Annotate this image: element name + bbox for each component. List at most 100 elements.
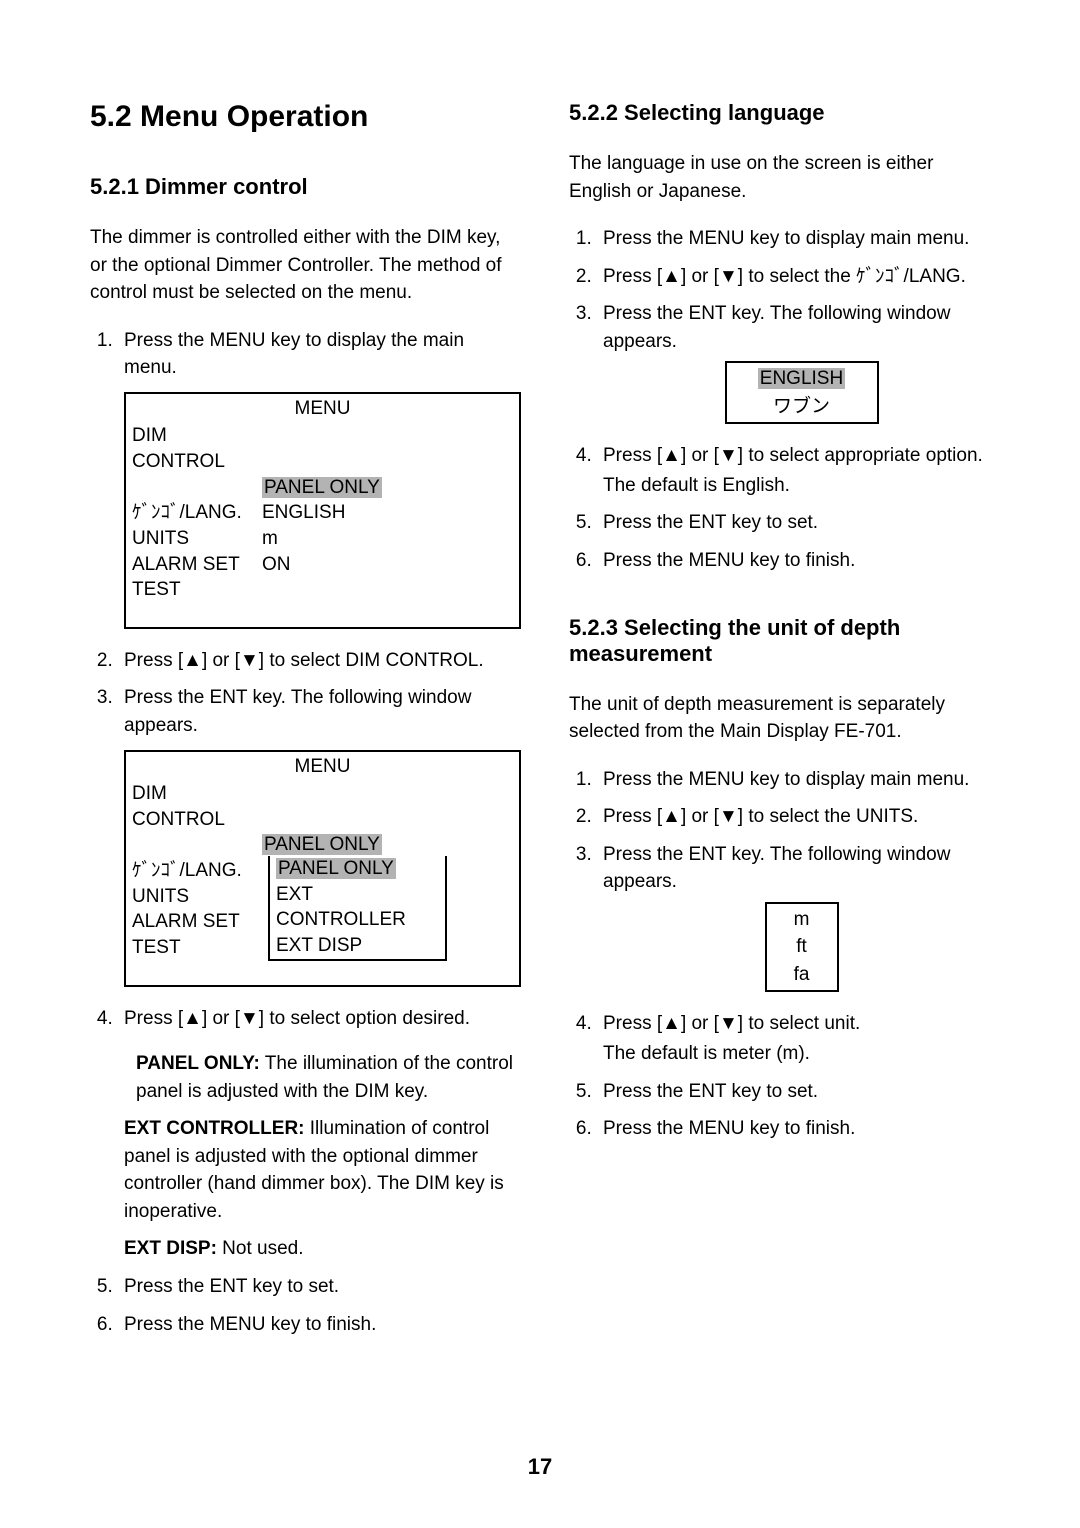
dropdown-option-highlight: PANEL ONLY bbox=[276, 858, 396, 879]
text: Press the ENT key. The following window … bbox=[603, 303, 950, 352]
menu-label: UNITS bbox=[132, 884, 262, 910]
list-item: Press the MENU key to finish. bbox=[118, 1311, 521, 1339]
menu-value: ON bbox=[262, 552, 513, 578]
menu-label: TEST bbox=[132, 577, 262, 603]
text: ] or [ bbox=[681, 806, 719, 827]
menu-title: MENU bbox=[126, 394, 519, 424]
down-arrow-icon: ▼ bbox=[719, 445, 738, 466]
list-item: Press [▲] or [▼] to select option desire… bbox=[118, 1005, 521, 1263]
text: Press [ bbox=[603, 266, 662, 287]
text: Not used. bbox=[217, 1238, 304, 1259]
list-item: Press [▲] or [▼] to select appropriate o… bbox=[597, 442, 1000, 499]
menu-value-highlight: PANEL ONLY bbox=[262, 477, 382, 498]
menu-label: ｹﾞﾝｺﾞ/LANG. bbox=[132, 858, 262, 884]
paragraph: The unit of depth measurement is separat… bbox=[569, 691, 1000, 746]
ordered-list: Press the MENU key to display main menu.… bbox=[569, 225, 1000, 574]
list-item: Press the ENT key. The following window … bbox=[597, 841, 1000, 993]
menu-label: ALARM SET bbox=[132, 909, 262, 935]
text: Press the ENT key. The following window … bbox=[124, 687, 471, 736]
popup-box: m ft fa bbox=[765, 902, 839, 993]
text: Press the MENU key to display main menu. bbox=[603, 769, 969, 790]
text: Press [ bbox=[124, 650, 183, 671]
text: The default is English. bbox=[603, 472, 1000, 500]
menu-label: DIM CONTROL bbox=[132, 423, 262, 474]
menu-rows: DIM CONTROL PANEL ONLY ｹﾞﾝｺﾞ/LANG.ENGLIS… bbox=[126, 423, 519, 626]
text: Press the MENU key to finish. bbox=[124, 1314, 376, 1335]
text: Press the ENT key to set. bbox=[603, 1081, 818, 1102]
ordered-list: Press the MENU key to display main menu.… bbox=[569, 766, 1000, 1143]
dropdown-option: EXT CONTROLLER bbox=[276, 882, 439, 933]
description: EXT CONTROLLER: Illumination of control … bbox=[124, 1115, 521, 1225]
text: ] to select unit. bbox=[738, 1013, 861, 1034]
list-item: Press the MENU key to finish. bbox=[597, 1115, 1000, 1143]
list-item: Press the MENU key to finish. bbox=[597, 547, 1000, 575]
list-item: Press the ENT key. The following window … bbox=[597, 300, 1000, 424]
menu-label: ｹﾞﾝｺﾞ/LANG. bbox=[132, 500, 262, 526]
subsection-heading: 5.2.2 Selecting language bbox=[569, 100, 1000, 126]
down-arrow-icon: ▼ bbox=[719, 266, 738, 287]
subsection-heading: 5.2.1 Dimmer control bbox=[90, 174, 521, 200]
menu-label: ALARM SET bbox=[132, 552, 262, 578]
list-item: Press the ENT key to set. bbox=[118, 1273, 521, 1301]
list-item: Press the MENU key to display main menu. bbox=[597, 766, 1000, 794]
text: ] or [ bbox=[202, 650, 240, 671]
menu-box: MENU DIM CONTROL PANEL ONLY PANEL ONLY E… bbox=[124, 750, 521, 987]
text: Press [ bbox=[603, 1013, 662, 1034]
text: Press the MENU key to display the main m… bbox=[124, 330, 464, 379]
list-item: Press [▲] or [▼] to select the ｹﾞﾝｺﾞ/LAN… bbox=[597, 263, 1000, 291]
up-arrow-icon: ▲ bbox=[662, 445, 681, 466]
menu-label: DIM CONTROL bbox=[132, 781, 262, 832]
popup-option: ft bbox=[767, 933, 837, 961]
menu-value-highlight: PANEL ONLY bbox=[262, 834, 382, 855]
popup-option: ワブン bbox=[727, 393, 877, 421]
list-item: Press the ENT key. The following window … bbox=[118, 684, 521, 986]
text: ] to select appropriate option. bbox=[738, 445, 983, 466]
list-item: Press the MENU key to display main menu. bbox=[597, 225, 1000, 253]
popup-box: ENGLISH ワブン bbox=[725, 361, 879, 424]
text: The default is meter (m). bbox=[603, 1040, 1000, 1068]
menu-rows: DIM CONTROL PANEL ONLY PANEL ONLY EXT CO… bbox=[126, 781, 519, 984]
text: ] to select the UNITS. bbox=[738, 806, 919, 827]
down-arrow-icon: ▼ bbox=[240, 1008, 259, 1029]
section-heading: 5.2 Menu Operation bbox=[90, 100, 521, 134]
list-item: Press the MENU key to display the main m… bbox=[118, 327, 521, 629]
text: Press the MENU key to finish. bbox=[603, 1118, 855, 1139]
right-column: 5.2.2 Selecting language The language in… bbox=[569, 100, 1000, 1358]
paragraph: The dimmer is controlled either with the… bbox=[90, 224, 521, 307]
columns: 5.2 Menu Operation 5.2.1 Dimmer control … bbox=[90, 100, 1000, 1358]
list-item: Press the ENT key to set. bbox=[597, 509, 1000, 537]
menu-value: ENGLISH bbox=[262, 500, 513, 526]
list-item: Press the ENT key to set. bbox=[597, 1078, 1000, 1106]
menu-label: UNITS bbox=[132, 526, 262, 552]
text: Press the ENT key to set. bbox=[603, 512, 818, 533]
text: ] to select option desired. bbox=[259, 1008, 470, 1029]
menu-box: MENU DIM CONTROL PANEL ONLY ｹﾞﾝｺﾞ/LANG.E… bbox=[124, 392, 521, 629]
text: Press the ENT key to set. bbox=[124, 1276, 339, 1297]
up-arrow-icon: ▲ bbox=[183, 650, 202, 671]
down-arrow-icon: ▼ bbox=[240, 650, 259, 671]
text: ] to select the ｹﾞﾝｺﾞ/LANG. bbox=[738, 266, 966, 287]
page: 5.2 Menu Operation 5.2.1 Dimmer control … bbox=[0, 0, 1080, 1528]
text: Press [ bbox=[603, 445, 662, 466]
menu-label: TEST bbox=[132, 935, 262, 961]
text: ] or [ bbox=[202, 1008, 240, 1029]
dropdown-list: PANEL ONLY EXT CONTROLLER EXT DISP bbox=[268, 856, 447, 961]
text: ] or [ bbox=[681, 266, 719, 287]
popup-option: fa bbox=[767, 961, 837, 989]
menu-value: m bbox=[262, 526, 513, 552]
left-column: 5.2 Menu Operation 5.2.1 Dimmer control … bbox=[90, 100, 521, 1358]
popup-option-highlight: ENGLISH bbox=[758, 368, 845, 389]
text: Press [ bbox=[603, 806, 662, 827]
list-item: Press [▲] or [▼] to select the UNITS. bbox=[597, 803, 1000, 831]
description: EXT DISP: Not used. bbox=[124, 1235, 521, 1263]
down-arrow-icon: ▼ bbox=[719, 806, 738, 827]
down-arrow-icon: ▼ bbox=[719, 1013, 738, 1034]
term: PANEL ONLY: bbox=[136, 1053, 260, 1074]
term: EXT CONTROLLER: bbox=[124, 1118, 305, 1139]
text: ] or [ bbox=[681, 445, 719, 466]
dropdown-option: EXT DISP bbox=[276, 933, 439, 959]
text: Press [ bbox=[124, 1008, 183, 1029]
text: ] to select DIM CONTROL. bbox=[259, 650, 484, 671]
subsection-heading: 5.2.3 Selecting the unit of depth measur… bbox=[569, 615, 1000, 667]
list-item: Press [▲] or [▼] to select unit. The def… bbox=[597, 1010, 1000, 1067]
